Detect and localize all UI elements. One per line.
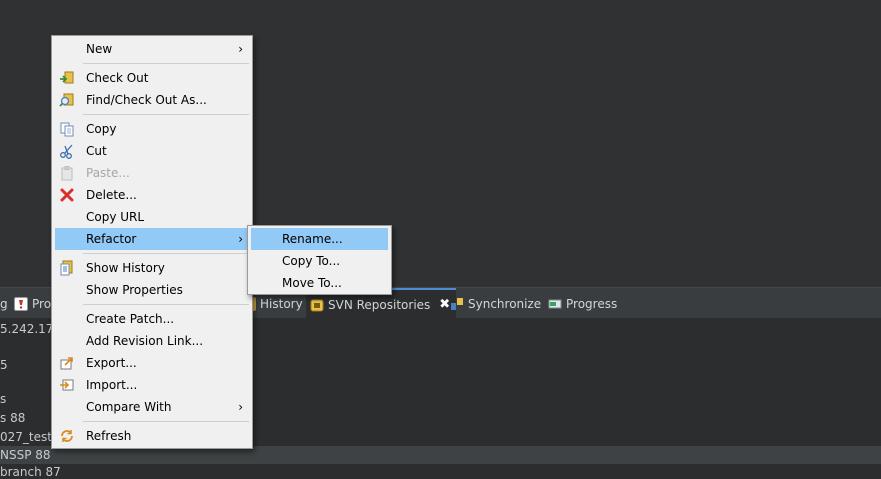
menu-item-compare-with[interactable]: Compare With › bbox=[55, 396, 249, 418]
menu-item-new[interactable]: New › bbox=[55, 38, 249, 60]
menu-item-label: Import... bbox=[86, 378, 138, 392]
menu-item-refresh[interactable]: Refresh bbox=[55, 425, 249, 447]
menu-item-label: Copy URL bbox=[86, 210, 145, 224]
find-check-out-icon bbox=[59, 92, 75, 108]
menu-item-export[interactable]: Export... bbox=[55, 352, 249, 374]
synchronize-icon bbox=[450, 297, 464, 311]
menu-item-label: Copy bbox=[86, 122, 117, 136]
menu-item-delete[interactable]: Delete... bbox=[55, 184, 249, 206]
menu-item-import[interactable]: Import... bbox=[55, 374, 249, 396]
refresh-icon bbox=[59, 428, 75, 444]
problems-icon bbox=[14, 296, 28, 311]
menu-separator bbox=[83, 304, 249, 305]
check-out-icon bbox=[59, 70, 75, 86]
tab-history-label: History bbox=[260, 296, 303, 311]
menu-item-label: Refresh bbox=[86, 429, 132, 443]
context-menu: New › Check Out Find/Check Out As... Cop… bbox=[51, 35, 253, 449]
tab-synchronize-label: Synchronize bbox=[468, 296, 542, 311]
import-icon bbox=[59, 377, 75, 393]
menu-item-label: Show History bbox=[86, 261, 165, 275]
menu-separator bbox=[83, 114, 249, 115]
submenu-item-copy-to[interactable]: Copy To... bbox=[251, 250, 388, 272]
tree-row-label: NSSP 88 bbox=[0, 448, 51, 462]
menu-item-find-check-out-as[interactable]: Find/Check Out As... bbox=[55, 89, 249, 111]
menu-item-refactor[interactable]: Refactor › bbox=[55, 228, 249, 250]
menu-item-label: Paste... bbox=[86, 166, 130, 180]
menu-item-label: Create Patch... bbox=[86, 312, 175, 326]
submenu-item-label: Copy To... bbox=[282, 254, 341, 268]
submenu-item-label: Rename... bbox=[282, 232, 343, 246]
tab-synchronize[interactable]: Synchronize bbox=[450, 288, 541, 319]
svn-repositories-icon bbox=[310, 298, 324, 312]
menu-item-show-history[interactable]: Show History bbox=[55, 257, 249, 279]
menu-item-copy-url[interactable]: Copy URL bbox=[55, 206, 249, 228]
menu-item-label: Cut bbox=[86, 144, 107, 158]
chevron-right-icon: › bbox=[238, 232, 243, 246]
history-icon bbox=[59, 260, 75, 276]
menu-item-copy[interactable]: Copy bbox=[55, 118, 249, 140]
paste-icon bbox=[59, 165, 75, 181]
tree-row[interactable]: s 88 bbox=[0, 409, 25, 427]
export-icon bbox=[59, 355, 75, 371]
chevron-right-icon: › bbox=[238, 42, 243, 56]
progress-icon bbox=[548, 297, 562, 311]
menu-item-check-out[interactable]: Check Out bbox=[55, 67, 249, 89]
menu-separator bbox=[83, 63, 249, 64]
tab-progress-label: Progress bbox=[566, 296, 618, 311]
tab-svn-repositories-label: SVN Repositories bbox=[328, 297, 431, 312]
menu-item-label: Find/Check Out As... bbox=[86, 93, 207, 107]
submenu-item-move-to[interactable]: Move To... bbox=[251, 272, 388, 294]
menu-item-label: Compare With bbox=[86, 400, 172, 414]
delete-icon bbox=[59, 187, 75, 203]
tab-progress[interactable]: Progress bbox=[548, 288, 617, 319]
copy-icon bbox=[59, 121, 75, 137]
menu-item-paste[interactable]: Paste... bbox=[55, 162, 249, 184]
menu-separator bbox=[83, 253, 249, 254]
tab-problems[interactable]: Pro bbox=[14, 288, 51, 319]
menu-item-label: Refactor bbox=[86, 232, 137, 246]
tab-problems-label: Pro bbox=[32, 296, 52, 311]
menu-item-show-properties[interactable]: Show Properties bbox=[55, 279, 249, 301]
submenu-item-label: Move To... bbox=[282, 276, 342, 290]
tree-row[interactable]: 5 bbox=[0, 356, 8, 374]
refactor-submenu: Rename... Copy To... Move To... bbox=[247, 225, 392, 295]
tree-row[interactable]: branch 87 bbox=[0, 463, 61, 479]
menu-separator bbox=[83, 421, 249, 422]
menu-item-label: Delete... bbox=[86, 188, 137, 202]
menu-item-create-patch[interactable]: Create Patch... bbox=[55, 308, 249, 330]
chevron-right-icon: › bbox=[238, 400, 243, 414]
close-icon[interactable]: ✖ bbox=[439, 297, 450, 312]
submenu-item-rename[interactable]: Rename... bbox=[251, 228, 388, 250]
menu-item-label: Export... bbox=[86, 356, 137, 370]
cut-icon bbox=[59, 143, 75, 159]
menu-item-label: New bbox=[86, 42, 113, 56]
menu-item-label: Check Out bbox=[86, 71, 149, 85]
menu-item-add-revision-link[interactable]: Add Revision Link... bbox=[55, 330, 249, 352]
tab-console-label: g bbox=[0, 296, 8, 311]
menu-item-label: Add Revision Link... bbox=[86, 334, 204, 348]
menu-item-label: Show Properties bbox=[86, 283, 183, 297]
menu-item-cut[interactable]: Cut bbox=[55, 140, 249, 162]
tab-console[interactable]: g bbox=[0, 288, 8, 319]
tree-row[interactable]: s bbox=[0, 390, 6, 408]
